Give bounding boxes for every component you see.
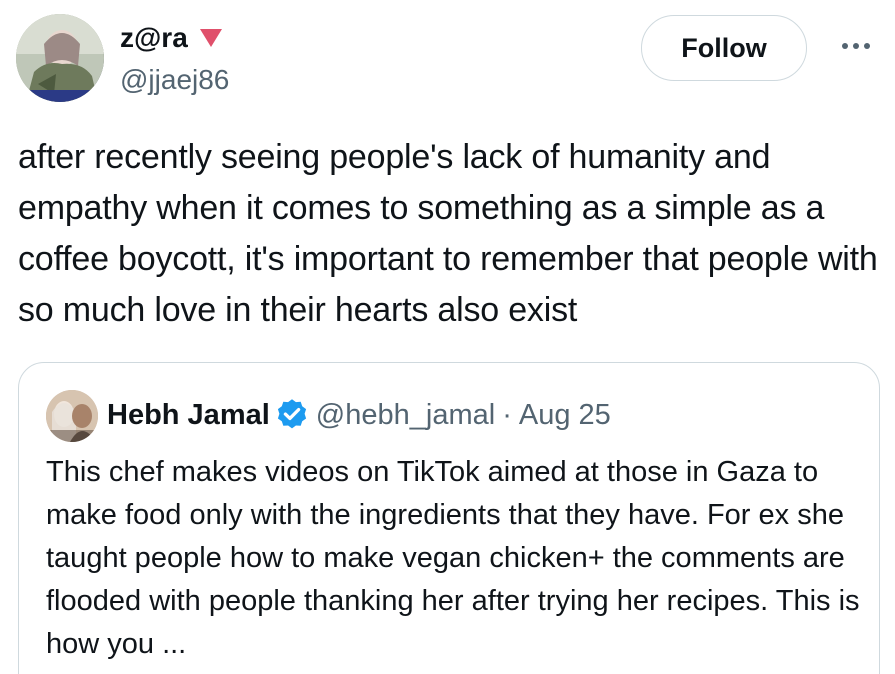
quoted-date[interactable]: Aug 25: [519, 397, 611, 433]
quoted-text: This chef makes videos on TikTok aimed a…: [46, 456, 860, 660]
quoted-handle[interactable]: @hebh_jamal: [316, 397, 495, 433]
more-icon[interactable]: [842, 34, 878, 58]
follow-button[interactable]: Follow: [641, 15, 807, 81]
avatar[interactable]: [16, 14, 104, 102]
more-dot: [864, 43, 870, 49]
tweet-text: after recently seeing people's lack of h…: [18, 138, 878, 329]
quoted-avatar[interactable]: [46, 390, 98, 442]
more-dot: [842, 43, 848, 49]
quoted-display-name[interactable]: Hebh Jamal: [107, 397, 270, 433]
author-display-name[interactable]: z@ra: [120, 20, 188, 56]
quoted-separator: ·: [502, 399, 512, 431]
verified-icon: [277, 399, 306, 429]
author-handle[interactable]: @jjaej86: [120, 62, 229, 98]
author-display-name-row[interactable]: z@ra: [120, 20, 224, 56]
quoted-avatar-image: [46, 390, 98, 442]
quoted-header: Hebh Jamal @hebh_jamal · Aug 25: [107, 397, 611, 433]
avatar-image: [16, 14, 104, 102]
tweet: z@ra @jjaej86 Follow after recently seei…: [0, 0, 895, 674]
more-dot: [853, 43, 859, 49]
quoted-tweet[interactable]: Hebh Jamal @hebh_jamal · Aug 25 This che…: [18, 362, 880, 674]
heart-icon: [199, 29, 222, 47]
